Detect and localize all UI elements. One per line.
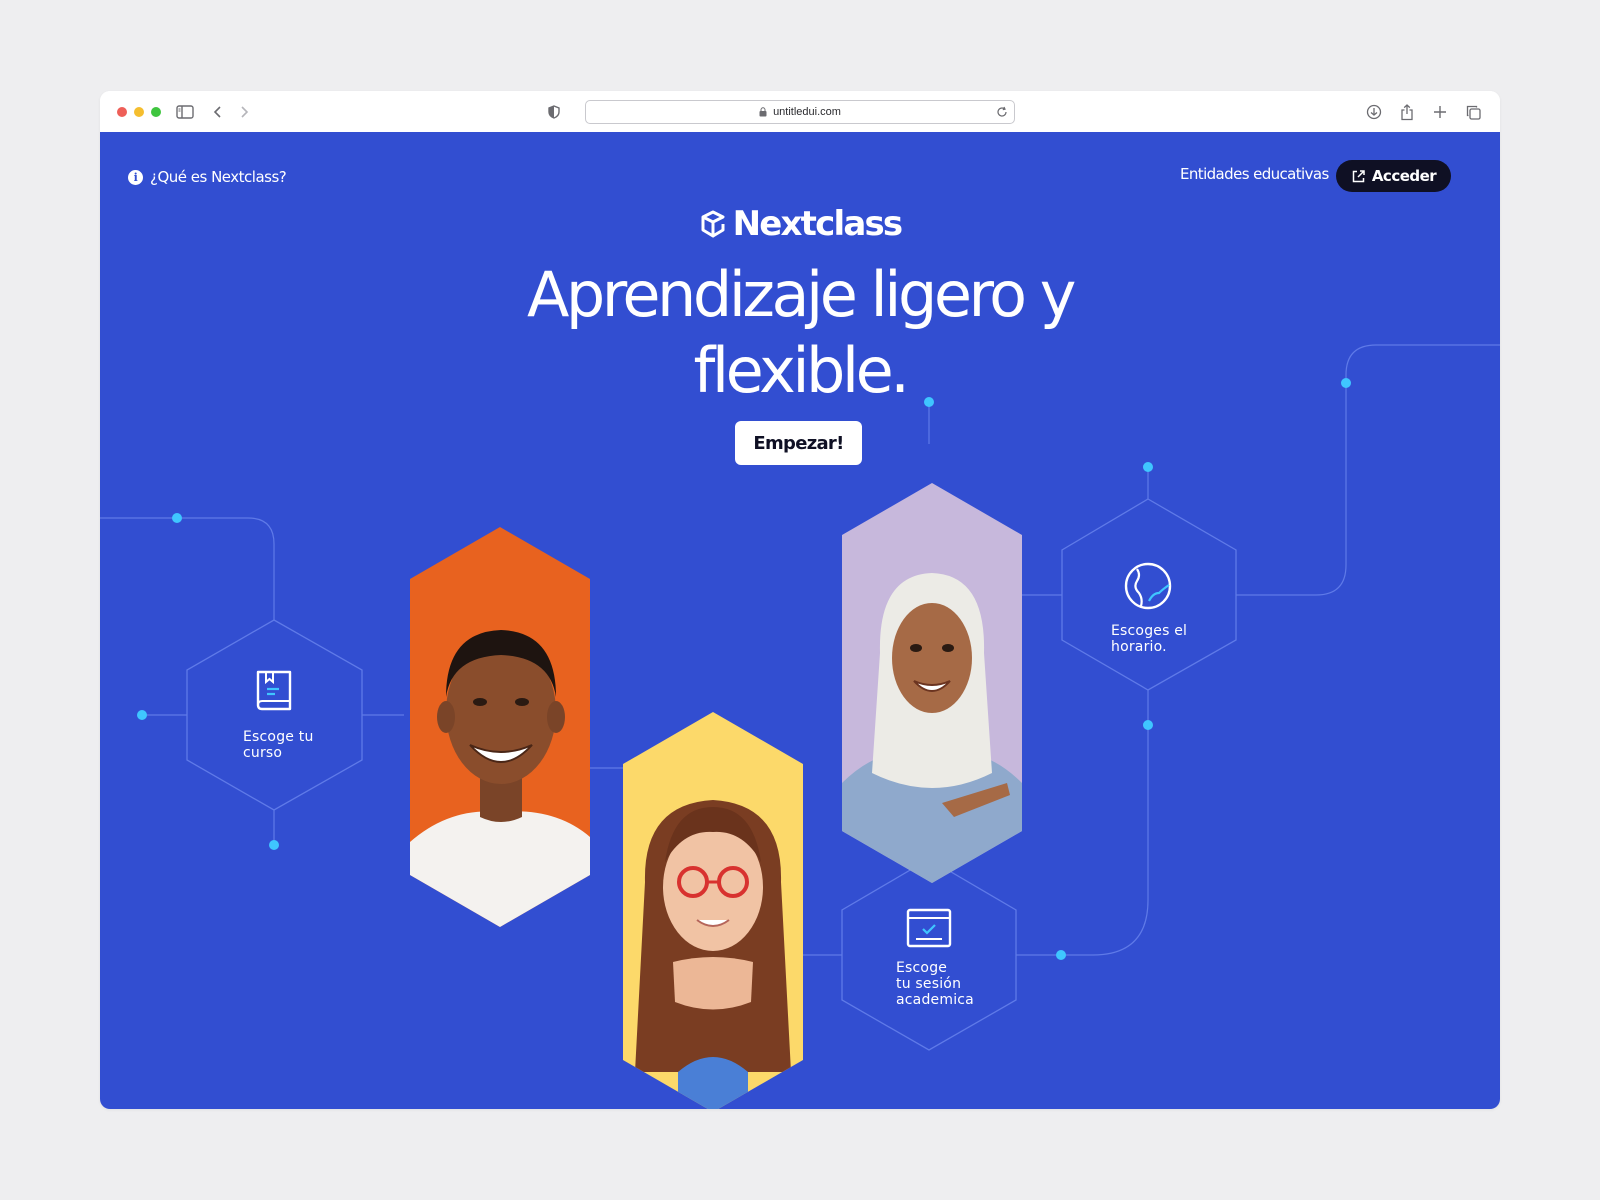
reload-icon[interactable]	[996, 105, 1008, 123]
minimize-window-button[interactable]	[134, 107, 144, 117]
step-session-line-2: tu sesión	[896, 976, 962, 992]
nextclass-logo[interactable]: Nextclass	[100, 204, 1500, 244]
connector-line	[100, 517, 275, 620]
share-icon[interactable]	[1396, 101, 1418, 123]
educational-entities-link[interactable]: Entidades educativas	[1180, 165, 1329, 183]
connector-dot	[1143, 720, 1153, 730]
calendar-check-icon	[906, 908, 952, 948]
hero-section: i ¿Qué es Nextclass? Entidades educativa…	[100, 132, 1500, 1109]
tab-overview-icon[interactable]	[1462, 101, 1484, 123]
connector-dot	[1143, 462, 1153, 472]
headline-line-2: flexible.	[693, 334, 910, 407]
what-is-nextclass-link[interactable]: i ¿Qué es Nextclass?	[128, 168, 287, 186]
close-window-button[interactable]	[117, 107, 127, 117]
step-schedule-line-1: Escoges el	[1111, 623, 1188, 639]
browser-toolbar: untitledui.com	[100, 91, 1500, 132]
what-is-nextclass-label: ¿Qué es Nextclass?	[150, 168, 287, 186]
address-bar[interactable]: untitledui.com	[585, 100, 1015, 124]
hero-headline: Aprendizaje ligero y flexible.	[450, 257, 1150, 409]
smiling-woman-glasses-photo	[623, 712, 803, 1109]
hexagon-frame	[186, 619, 363, 811]
hexagon-frame	[841, 858, 1017, 1051]
login-label: Acceder	[1371, 167, 1437, 185]
connector-dot	[1341, 378, 1351, 388]
connector-dot	[172, 513, 182, 523]
connector-dot	[269, 840, 279, 850]
login-button[interactable]: Acceder	[1336, 160, 1451, 192]
connector-dot	[137, 710, 147, 720]
browser-window: untitledui.com i ¿Qué es Nextclass? Enti…	[100, 91, 1500, 1109]
privacy-shield-icon[interactable]	[543, 101, 565, 123]
book-icon	[256, 670, 292, 711]
step-schedule-line-2: horario.	[1111, 639, 1167, 655]
globe-icon	[1124, 562, 1172, 610]
back-icon[interactable]	[207, 101, 229, 123]
external-link-icon	[1352, 169, 1365, 182]
headline-line-1: Aprendizaje ligero y	[527, 258, 1076, 331]
step-choose-course-line-2: curso	[243, 745, 283, 761]
logo-wordmark: Nextclass	[732, 204, 904, 244]
step-session-line-1: Escoge	[896, 960, 948, 976]
smiling-man-photo	[410, 527, 590, 927]
start-button[interactable]: Empezar!	[735, 421, 862, 465]
woman-hijab-photo	[842, 483, 1022, 883]
forward-icon[interactable]	[233, 101, 255, 123]
zoom-window-button[interactable]	[151, 107, 161, 117]
step-schedule-label: Escoges el horario.	[1111, 623, 1187, 655]
info-icon: i	[128, 169, 143, 185]
step-session-label: Escoge tu sesión academica	[896, 960, 974, 1008]
step-choose-course-line-1: Escoge tu	[243, 729, 314, 745]
connector-line	[1016, 690, 1149, 956]
step-session-line-3: academica	[896, 992, 974, 1008]
step-choose-course-label: Escoge tu curso	[243, 729, 314, 761]
new-tab-icon[interactable]	[1429, 101, 1451, 123]
download-icon[interactable]	[1363, 101, 1385, 123]
cube-logo-icon	[701, 210, 725, 238]
connector-line	[1236, 344, 1500, 596]
sidebar-toggle-icon[interactable]	[174, 101, 196, 123]
url-text: untitledui.com	[773, 106, 841, 118]
lock-icon	[759, 107, 767, 117]
connector-dot	[1056, 950, 1066, 960]
